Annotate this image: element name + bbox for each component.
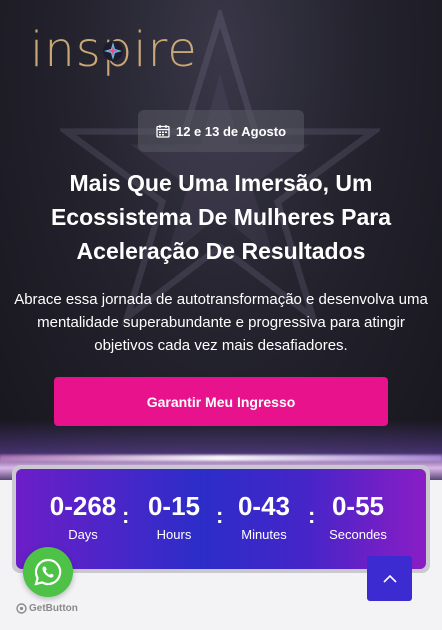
hero-subtext: Abrace essa jornada de autotransformação… [14,291,428,354]
getbutton-credit[interactable]: GetButton [16,603,78,614]
seconds-value: 0-55 [331,491,385,521]
minutes-label: Minutes [241,527,287,542]
hours-label: Hours [156,527,192,542]
buy-ticket-button[interactable]: Garantir Meu Ingresso [54,377,388,426]
countdown-days: 0-268 Days [38,491,128,542]
hero-headline: Mais Que Uma Imersão, Um Ecossistema De … [50,170,392,264]
seconds-label: Secondes [329,527,387,542]
countdown-timer: 0-268 Days : 0-15 Hours : 0-43 Minutes :… [16,469,426,569]
getbutton-icon [16,603,27,614]
star-logo-icon [103,41,123,61]
chevron-up-icon [382,574,397,583]
hours-value: 0-15 [147,491,201,521]
minutes-value: 0-43 [237,491,291,521]
countdown-hours: 0-15 Hours [129,491,219,542]
whatsapp-icon [34,558,62,586]
logo[interactable]: inspire [30,22,198,78]
getbutton-label: GetButton [29,603,78,614]
countdown-minutes: 0-43 Minutes [219,491,309,542]
hero-glow-line [0,455,442,461]
scroll-to-top-button[interactable] [367,556,412,601]
calendar-icon [156,125,170,138]
whatsapp-button[interactable] [23,547,73,597]
days-label: Days [68,527,98,542]
countdown-seconds: 0-55 Secondes [313,491,403,542]
date-badge: 12 e 13 de Agosto [138,110,304,152]
event-date: 12 e 13 de Agosto [175,123,287,139]
days-value: 0-268 [49,491,117,521]
